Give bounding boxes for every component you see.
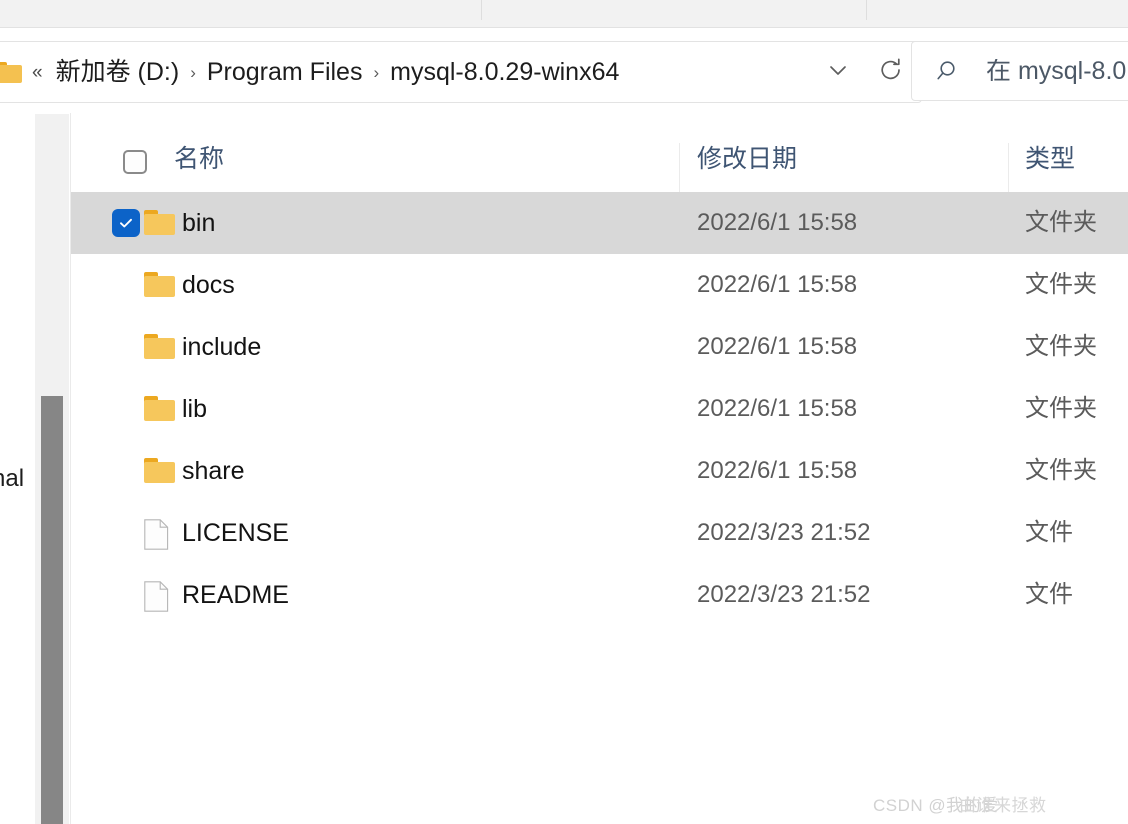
- folder-icon: [0, 60, 23, 84]
- toolbar-separator: [481, 0, 482, 20]
- column-header-date-modified[interactable]: 修改日期: [697, 147, 797, 172]
- column-headers: 名称 修改日期 类型: [71, 128, 1128, 207]
- file-name: lib: [182, 394, 208, 423]
- file-rows: bin 2022/6/1 15:58 文件夹 docs 2022/6/1 15:…: [71, 192, 1128, 626]
- file-type: 文件夹: [1025, 395, 1097, 422]
- address-bar[interactable]: « 新加卷 (D:) › Program Files › mysql-8.0.2…: [0, 41, 922, 103]
- document-icon: [144, 581, 176, 612]
- file-date-modified: 2022/6/1 15:58: [697, 457, 858, 484]
- file-date-modified: 2022/6/1 15:58: [697, 333, 858, 360]
- table-row[interactable]: include 2022/6/1 15:58 文件夹: [71, 316, 1128, 378]
- breadcrumb: 新加卷 (D:) › Program Files › mysql-8.0.29-…: [56, 59, 620, 85]
- folder-icon: [144, 457, 176, 485]
- navigation-pane-cutoff-label: nal: [0, 465, 25, 492]
- file-type: 文件夹: [1025, 333, 1097, 360]
- row-checkbox[interactable]: [112, 209, 140, 237]
- file-date-modified: 2022/6/1 15:58: [697, 209, 858, 236]
- column-header-name[interactable]: 名称: [174, 147, 224, 172]
- file-name: README: [182, 580, 289, 609]
- breadcrumb-separator-icon: ›: [373, 62, 380, 82]
- file-name: docs: [182, 270, 235, 299]
- chevron-down-icon[interactable]: [815, 57, 861, 88]
- file-type: 文件夹: [1025, 209, 1097, 236]
- file-date-modified: 2022/3/23 21:52: [697, 519, 871, 546]
- folder-icon: [144, 271, 176, 299]
- breadcrumb-item-current-folder[interactable]: mysql-8.0.29-winx64: [390, 59, 619, 85]
- file-type: 文件夹: [1025, 457, 1097, 484]
- file-type: 文件: [1025, 581, 1073, 608]
- folder-icon: [144, 209, 176, 237]
- navigation-pane-scrollbar-thumb[interactable]: [41, 396, 63, 824]
- file-name: include: [182, 332, 262, 361]
- file-name: bin: [182, 208, 216, 237]
- file-date-modified: 2022/6/1 15:58: [697, 271, 858, 298]
- table-row[interactable]: lib 2022/6/1 15:58 文件夹: [71, 378, 1128, 440]
- file-date-modified: 2022/6/1 15:58: [697, 395, 858, 422]
- search-icon: [936, 58, 962, 84]
- table-row[interactable]: share 2022/6/1 15:58 文件夹: [71, 440, 1128, 502]
- select-all-checkbox[interactable]: [123, 150, 147, 174]
- table-row[interactable]: bin 2022/6/1 15:58 文件夹: [71, 192, 1128, 254]
- breadcrumb-separator-icon: ›: [190, 62, 196, 82]
- watermark-overlap-text: 由谁来拯救: [959, 796, 1047, 815]
- folder-icon: [144, 395, 176, 423]
- table-row[interactable]: LICENSE 2022/3/23 21:52 文件: [71, 502, 1128, 564]
- toolbar-separator: [866, 0, 867, 20]
- toolbar-strip: [0, 0, 1128, 28]
- file-date-modified: 2022/3/23 21:52: [697, 581, 871, 608]
- file-name: LICENSE: [182, 518, 289, 547]
- table-row[interactable]: README 2022/3/23 21:52 文件: [71, 564, 1128, 626]
- table-row[interactable]: docs 2022/6/1 15:58 文件夹: [71, 254, 1128, 316]
- file-type: 文件: [1025, 519, 1073, 546]
- file-list: 名称 修改日期 类型 bin 2022/6/1 15:58 文件夹 docs 2…: [71, 113, 1128, 824]
- search-input[interactable]: 在 mysql-8.0: [986, 59, 1126, 84]
- folder-icon: [144, 333, 176, 361]
- file-name: share: [182, 456, 245, 485]
- breadcrumb-item-drive[interactable]: 新加卷 (D:): [56, 59, 180, 85]
- column-header-type[interactable]: 类型: [1025, 147, 1075, 172]
- watermark: CSDN @我的爱 由谁来拯救: [873, 791, 1046, 816]
- breadcrumb-item-program-files[interactable]: Program Files: [207, 59, 363, 85]
- document-icon: [144, 519, 176, 550]
- search-box[interactable]: 在 mysql-8.0: [911, 41, 1128, 101]
- file-type: 文件夹: [1025, 271, 1097, 298]
- breadcrumb-overflow-icon[interactable]: «: [32, 63, 43, 82]
